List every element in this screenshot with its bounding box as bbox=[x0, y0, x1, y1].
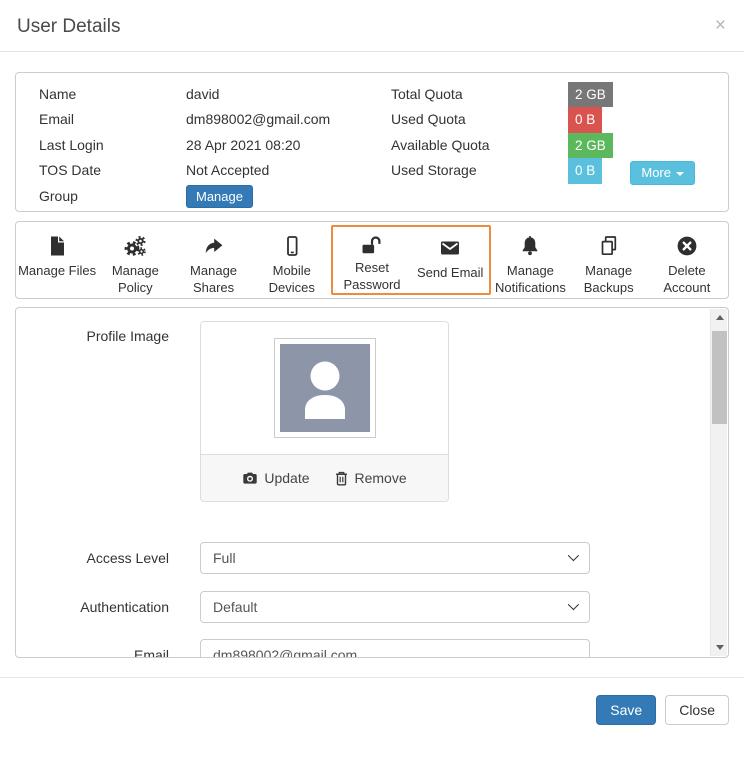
used-storage-badge: 0 B bbox=[568, 158, 602, 183]
tos-date-value: Not Accepted bbox=[186, 158, 269, 183]
unlock-icon bbox=[359, 233, 384, 258]
trash-icon bbox=[334, 470, 349, 486]
scrollbar-thumb[interactable] bbox=[712, 331, 727, 424]
tos-date-label: TOS Date bbox=[39, 158, 186, 183]
more-button[interactable]: More bbox=[630, 161, 695, 185]
manage-group-button[interactable]: Manage bbox=[186, 185, 253, 208]
info-row-used-quota: Used Quota 0 B bbox=[391, 107, 728, 132]
access-level-label: Access Level bbox=[36, 550, 169, 566]
authentication-row: Authentication Default bbox=[36, 591, 710, 623]
save-button[interactable]: Save bbox=[596, 695, 656, 725]
user-form-content: Profile Image bbox=[16, 308, 710, 657]
mobile-devices-button[interactable]: Mobile Devices bbox=[253, 222, 331, 298]
last-login-value: 28 Apr 2021 08:20 bbox=[186, 133, 300, 158]
access-level-row: Access Level Full bbox=[36, 542, 710, 574]
authentication-select[interactable]: Default bbox=[200, 591, 590, 623]
manage-files-button[interactable]: Manage Files bbox=[18, 222, 96, 298]
email-value: dm898002@gmail.com bbox=[186, 107, 330, 132]
total-quota-label: Total Quota bbox=[391, 82, 568, 107]
available-quota-badge: 2 GB bbox=[568, 133, 613, 158]
scroll-up-arrow-icon[interactable] bbox=[711, 309, 728, 326]
info-row-total-quota: Total Quota 2 GB bbox=[391, 82, 728, 107]
remove-image-button[interactable]: Remove bbox=[334, 470, 407, 486]
available-quota-label: Available Quota bbox=[391, 133, 568, 158]
file-icon bbox=[45, 231, 69, 261]
actions-toolbar: Manage Files Manage Policy Manage Shares bbox=[15, 221, 729, 299]
info-row-group: Group Manage bbox=[39, 184, 391, 209]
profile-image-card: Update Remove bbox=[200, 321, 449, 502]
email-label: Email bbox=[39, 107, 186, 132]
x-circle-icon bbox=[675, 231, 699, 261]
name-label: Name bbox=[39, 82, 186, 107]
close-button[interactable]: Close bbox=[665, 695, 729, 725]
page-title: User Details bbox=[17, 16, 727, 38]
update-image-button[interactable]: Update bbox=[242, 470, 309, 486]
used-quota-badge: 0 B bbox=[568, 107, 602, 132]
email-field[interactable] bbox=[200, 639, 590, 657]
modal-footer: Save Close bbox=[0, 677, 744, 725]
caret-down-icon bbox=[676, 172, 684, 176]
access-level-select[interactable]: Full bbox=[200, 542, 590, 574]
vertical-scrollbar[interactable] bbox=[710, 309, 727, 656]
name-value: david bbox=[186, 82, 219, 107]
avatar-person-icon bbox=[280, 344, 370, 432]
manage-notifications-button[interactable]: Manage Notifications bbox=[491, 222, 569, 298]
profile-image-label: Profile Image bbox=[36, 321, 169, 502]
info-row-tos-date: TOS Date Not Accepted bbox=[39, 158, 391, 183]
reset-password-button[interactable]: Reset Password bbox=[333, 227, 411, 293]
manage-backups-button[interactable]: Manage Backups bbox=[570, 222, 648, 298]
info-row-last-login: Last Login 28 Apr 2021 08:20 bbox=[39, 133, 391, 158]
used-quota-label: Used Quota bbox=[391, 107, 568, 132]
used-storage-label: Used Storage bbox=[391, 158, 568, 183]
email-field-row: Email bbox=[36, 639, 710, 657]
envelope-icon bbox=[438, 233, 462, 263]
info-row-email: Email dm898002@gmail.com bbox=[39, 107, 391, 132]
camera-icon bbox=[242, 470, 258, 486]
info-row-name: Name david bbox=[39, 82, 391, 107]
email-field-label: Email bbox=[36, 647, 169, 657]
share-arrow-icon bbox=[202, 231, 226, 261]
manage-shares-button[interactable]: Manage Shares bbox=[174, 222, 252, 298]
send-email-button[interactable]: Send Email bbox=[411, 227, 489, 293]
copy-icon bbox=[597, 231, 621, 261]
user-info-panel: Name david Email dm898002@gmail.com Last… bbox=[15, 72, 729, 212]
scroll-down-arrow-icon[interactable] bbox=[711, 639, 728, 656]
modal-header: User Details × bbox=[0, 0, 744, 52]
avatar-area bbox=[201, 322, 448, 454]
total-quota-badge: 2 GB bbox=[568, 82, 613, 107]
user-details-modal: User Details × Name david Email dm898002… bbox=[0, 0, 744, 757]
group-label: Group bbox=[39, 184, 186, 209]
chevron-down-icon bbox=[568, 599, 579, 610]
modal-body: Name david Email dm898002@gmail.com Last… bbox=[0, 52, 744, 658]
user-info-right-column: Total Quota 2 GB Used Quota 0 B Availabl… bbox=[391, 82, 728, 211]
profile-image-row: Profile Image bbox=[36, 321, 710, 502]
last-login-label: Last Login bbox=[39, 133, 186, 158]
authentication-label: Authentication bbox=[36, 599, 169, 615]
avatar-frame bbox=[274, 338, 376, 438]
manage-policy-button[interactable]: Manage Policy bbox=[96, 222, 174, 298]
chevron-down-icon bbox=[568, 550, 579, 561]
info-row-available-quota: Available Quota 2 GB bbox=[391, 133, 728, 158]
bell-icon bbox=[518, 231, 542, 261]
highlighted-actions-group: Reset Password Send Email bbox=[331, 225, 491, 295]
delete-account-button[interactable]: Delete Account bbox=[648, 222, 726, 298]
gears-icon bbox=[122, 231, 148, 261]
mobile-icon bbox=[280, 231, 304, 261]
user-info-left-column: Name david Email dm898002@gmail.com Last… bbox=[39, 82, 391, 211]
avatar-actions: Update Remove bbox=[201, 454, 448, 501]
user-form-panel: Profile Image bbox=[15, 307, 729, 658]
close-icon[interactable]: × bbox=[711, 12, 730, 39]
